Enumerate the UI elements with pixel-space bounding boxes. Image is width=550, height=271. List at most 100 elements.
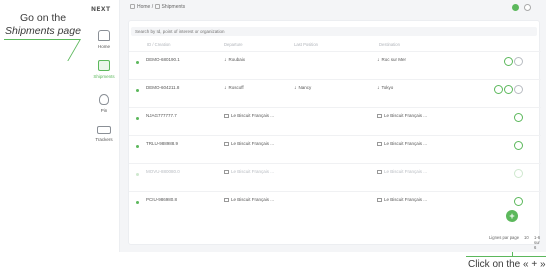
topbar: Home / Shipments bbox=[120, 0, 546, 16]
departure-cell: ↓ Roubaix bbox=[224, 57, 246, 63]
building-icon bbox=[377, 114, 382, 118]
pin-icon bbox=[99, 94, 109, 105]
status-dot bbox=[136, 201, 139, 204]
sidebar-item-label: Home bbox=[97, 44, 110, 49]
annotation-click-plus: Click on the « + » bbox=[468, 259, 546, 270]
shipments-icon bbox=[154, 4, 160, 9]
table-row[interactable]: DEMO-680190.1 ↓ Roubaix ↓ Roc sur Mer bbox=[129, 51, 541, 73]
sidebar-item-pin[interactable]: Pin bbox=[88, 94, 120, 113]
building-icon bbox=[224, 170, 229, 174]
annotation-connector-top bbox=[67, 39, 81, 61]
annotation-underline-bottom bbox=[466, 256, 546, 257]
table-row[interactable]: MOVU-880080.0 Le Biscuit Français ... Le… bbox=[129, 163, 541, 185]
departure-cell: Le Biscuit Français ... bbox=[224, 141, 274, 146]
building-icon bbox=[224, 142, 229, 146]
action-icon[interactable] bbox=[514, 113, 523, 122]
table-row[interactable]: TRLU-988988.9 Le Biscuit Français ... Le… bbox=[129, 135, 541, 157]
column-header-position: Last Position bbox=[294, 42, 318, 47]
action-icon[interactable] bbox=[514, 197, 523, 206]
destination-cell: Le Biscuit Français ... bbox=[377, 113, 427, 118]
shipment-id: DEMO-680190.1 bbox=[146, 57, 180, 62]
departure-cell: ↓ Roscoff bbox=[224, 85, 244, 91]
status-dot bbox=[136, 89, 139, 92]
building-icon bbox=[224, 114, 229, 118]
sidebar-item-shipments[interactable]: Shipments bbox=[88, 60, 120, 79]
app-logo: NEXT bbox=[91, 6, 111, 13]
add-shipment-button[interactable]: + bbox=[506, 210, 518, 222]
row-actions bbox=[493, 85, 523, 95]
shipments-panel: ID / Creation Departure Last Position De… bbox=[128, 20, 541, 250]
table-row[interactable]: NJAG777777.7 Le Biscuit Français ... Le … bbox=[129, 107, 541, 129]
status-icon[interactable] bbox=[512, 4, 519, 11]
annotation-line-1: Go on the bbox=[19, 12, 67, 24]
house-icon bbox=[98, 30, 110, 41]
arrow-down-icon: ↓ bbox=[224, 57, 227, 63]
sidebar-item-label: Trackers bbox=[95, 137, 113, 142]
arrow-down-icon: ↓ bbox=[377, 57, 380, 63]
building-icon bbox=[224, 198, 229, 202]
breadcrumb-separator: / bbox=[151, 4, 154, 10]
sidebar-item-label: Shipments bbox=[93, 74, 115, 79]
destination-cell: ↓ Roc sur Mer bbox=[377, 57, 407, 63]
action-icon[interactable] bbox=[514, 141, 523, 150]
breadcrumb-current: Shipments bbox=[161, 4, 186, 10]
row-actions bbox=[513, 169, 523, 179]
table-header: ID / Creation Departure Last Position De… bbox=[129, 41, 541, 49]
sidebar: NEXT Home Shipments Pin Trackers bbox=[88, 0, 120, 252]
pagination: Lignes par page 10 1-6 sur 6 bbox=[129, 233, 541, 250]
annotation-line-2: Shipments page bbox=[5, 25, 81, 37]
annotation-go-to-shipments: Go on the Shipments page bbox=[4, 12, 82, 38]
shipment-id: TRLU-988988.9 bbox=[146, 141, 179, 146]
action-icon[interactable] bbox=[504, 57, 513, 66]
action-icon[interactable] bbox=[494, 85, 503, 94]
row-actions bbox=[503, 57, 523, 67]
search-input[interactable] bbox=[131, 27, 537, 36]
position-cell: ↓ Nancy bbox=[294, 85, 312, 91]
column-header-departure: Departure bbox=[224, 42, 243, 47]
arrow-down-icon: ↓ bbox=[294, 85, 297, 91]
departure-cell: Le Biscuit Français ... bbox=[224, 197, 274, 202]
status-dot bbox=[136, 117, 139, 120]
shipment-id: PCIU-986980.8 bbox=[146, 197, 178, 202]
annotation-underline-top bbox=[4, 39, 80, 40]
action-icon[interactable] bbox=[514, 57, 523, 66]
truck-icon bbox=[97, 126, 111, 134]
destination-cell: Le Biscuit Français ... bbox=[377, 169, 427, 174]
arrow-down-icon: ↓ bbox=[377, 85, 380, 91]
column-header-destination: Destination bbox=[379, 42, 400, 47]
breadcrumb-home[interactable]: Home bbox=[137, 4, 150, 10]
building-icon bbox=[377, 198, 382, 202]
destination-cell: Le Biscuit Français ... bbox=[377, 141, 427, 146]
rows-per-page-label: Lignes par page bbox=[489, 235, 520, 240]
building-icon bbox=[377, 142, 382, 146]
shipment-id: DEMO-604211.8 bbox=[146, 85, 180, 90]
destination-cell: ↓ Tokyo bbox=[377, 85, 394, 91]
departure-cell: Le Biscuit Français ... bbox=[224, 169, 274, 174]
sidebar-item-trackers[interactable]: Trackers bbox=[88, 126, 120, 142]
table-row[interactable]: DEMO-604211.8 ↓ Roscoff ↓ Nancy ↓ Tokyo bbox=[129, 79, 541, 101]
row-actions bbox=[513, 141, 523, 151]
action-icon[interactable] bbox=[504, 85, 513, 94]
action-icon[interactable] bbox=[514, 85, 523, 94]
rows-per-page-select[interactable]: 10 bbox=[524, 235, 529, 240]
breadcrumb: Home / Shipments bbox=[130, 4, 185, 10]
power-icon[interactable] bbox=[524, 4, 531, 11]
shipment-id: MOVU-880080.0 bbox=[146, 169, 180, 174]
row-actions bbox=[513, 113, 523, 123]
column-header-id: ID / Creation bbox=[147, 42, 171, 47]
box-icon bbox=[98, 60, 110, 71]
destination-cell: Le Biscuit Français ... bbox=[377, 197, 427, 202]
arrow-down-icon: ↓ bbox=[224, 85, 227, 91]
sidebar-item-label: Pin bbox=[100, 108, 108, 113]
shipment-id: NJAG777777.7 bbox=[146, 113, 177, 118]
building-icon bbox=[377, 170, 382, 174]
home-icon bbox=[130, 4, 135, 9]
table-row[interactable]: PCIU-986980.8 Le Biscuit Français ... Le… bbox=[129, 191, 541, 213]
pagination-range: 1-6 sur 6 bbox=[534, 235, 541, 250]
sidebar-item-home[interactable]: Home bbox=[88, 30, 120, 49]
departure-cell: Le Biscuit Français ... bbox=[224, 113, 274, 118]
action-icon[interactable] bbox=[514, 169, 523, 178]
app-window: NEXT Home Shipments Pin Trackers Home / … bbox=[88, 0, 546, 252]
status-dot bbox=[136, 145, 139, 148]
status-dot bbox=[136, 173, 139, 176]
